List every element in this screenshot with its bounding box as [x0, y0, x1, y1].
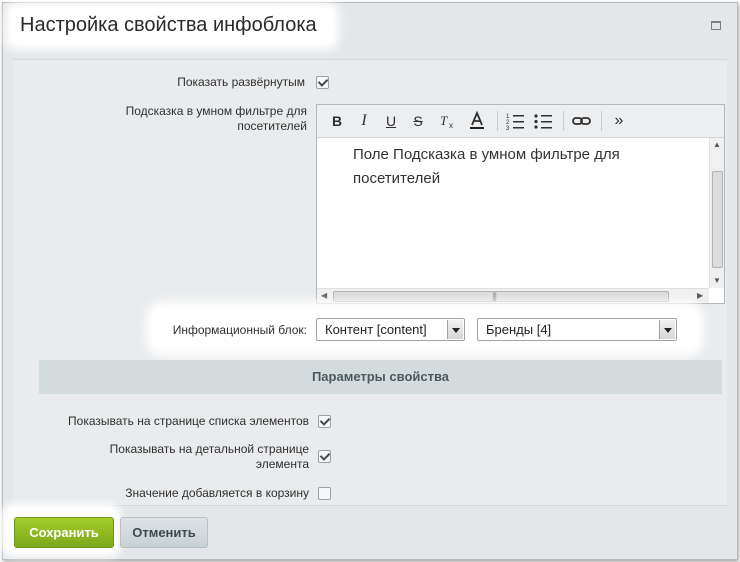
editor-horizontal-scrollbar[interactable]: ◀ ||| ▶ — [317, 288, 709, 303]
add-to-basket-label: Значение добавляется в корзину — [125, 486, 309, 500]
show-in-detail-checkbox[interactable] — [318, 450, 331, 463]
iblock-label: Информационный блок: — [172, 323, 307, 337]
svg-text:T: T — [440, 113, 448, 128]
svg-text:x: x — [449, 121, 453, 130]
iblock-value: Бренды [4] — [486, 322, 552, 337]
show-expanded-label: Показать развёрнутым — [177, 75, 305, 89]
show-in-detail-label: Показывать на детальной странице элемент… — [109, 442, 309, 471]
dialog-content: Показать развёрнутым Подсказка в умном ф… — [13, 59, 727, 506]
unordered-list-icon[interactable] — [533, 111, 555, 131]
chevron-down-icon[interactable] — [659, 320, 675, 339]
italic-icon[interactable]: I — [357, 111, 371, 131]
property-settings-dialog: Настройка свойства инфоблока Показать ра… — [2, 2, 738, 560]
strikethrough-icon[interactable]: S — [410, 111, 426, 131]
show-in-list-checkbox[interactable] — [318, 415, 331, 428]
svg-text:3: 3 — [506, 126, 510, 131]
scroll-down-icon[interactable]: ▼ — [713, 276, 721, 286]
clear-format-icon[interactable]: Tx — [437, 111, 457, 131]
link-icon[interactable] — [571, 111, 593, 131]
cancel-button[interactable]: Отменить — [120, 517, 208, 548]
vertical-scroll-thumb[interactable] — [712, 171, 723, 268]
iblock-select[interactable]: Бренды [4] — [477, 318, 677, 341]
editor-vertical-scrollbar[interactable]: ▲ ▼ — [709, 138, 724, 288]
editor-toolbar: B I U S Tx 123 » — [317, 105, 724, 138]
save-button[interactable]: Сохранить — [14, 517, 114, 548]
maximize-icon[interactable] — [711, 21, 721, 30]
scroll-up-icon[interactable]: ▲ — [713, 140, 721, 150]
scroll-left-icon[interactable]: ◀ — [321, 291, 327, 301]
hint-editor[interactable]: B I U S Tx 123 » Поле Подсказка в умном … — [316, 104, 725, 304]
chevron-down-icon[interactable] — [447, 320, 463, 339]
dialog-title: Настройка свойства инфоблока — [20, 14, 317, 36]
font-color-icon[interactable] — [467, 110, 487, 131]
dialog-header: Настройка свойства инфоблока — [3, 3, 737, 57]
more-icon[interactable]: » — [611, 111, 627, 131]
hint-label: Подсказка в умном фильтре для посетителе… — [125, 104, 307, 133]
scroll-grip-icon: ||| — [492, 291, 497, 301]
underline-icon[interactable]: U — [383, 111, 399, 131]
add-to-basket-checkbox[interactable] — [318, 487, 331, 500]
show-expanded-checkbox[interactable] — [316, 76, 329, 89]
horizontal-scroll-thumb[interactable]: ||| — [333, 291, 669, 302]
toolbar-separator — [563, 111, 564, 131]
bold-icon[interactable]: B — [329, 111, 345, 131]
toolbar-separator — [497, 111, 498, 131]
toolbar-separator — [601, 111, 602, 131]
scroll-right-icon[interactable]: ▶ — [697, 291, 703, 301]
iblock-type-select[interactable]: Контент [content] — [316, 318, 465, 341]
iblock-type-value: Контент [content] — [325, 322, 427, 337]
editor-content[interactable]: Поле Подсказка в умном фильтре для посет… — [353, 143, 653, 191]
section-header: Параметры свойства — [39, 360, 722, 394]
show-in-list-label: Показывать на странице списка элементов — [68, 414, 309, 428]
ordered-list-icon[interactable]: 123 — [505, 111, 527, 132]
